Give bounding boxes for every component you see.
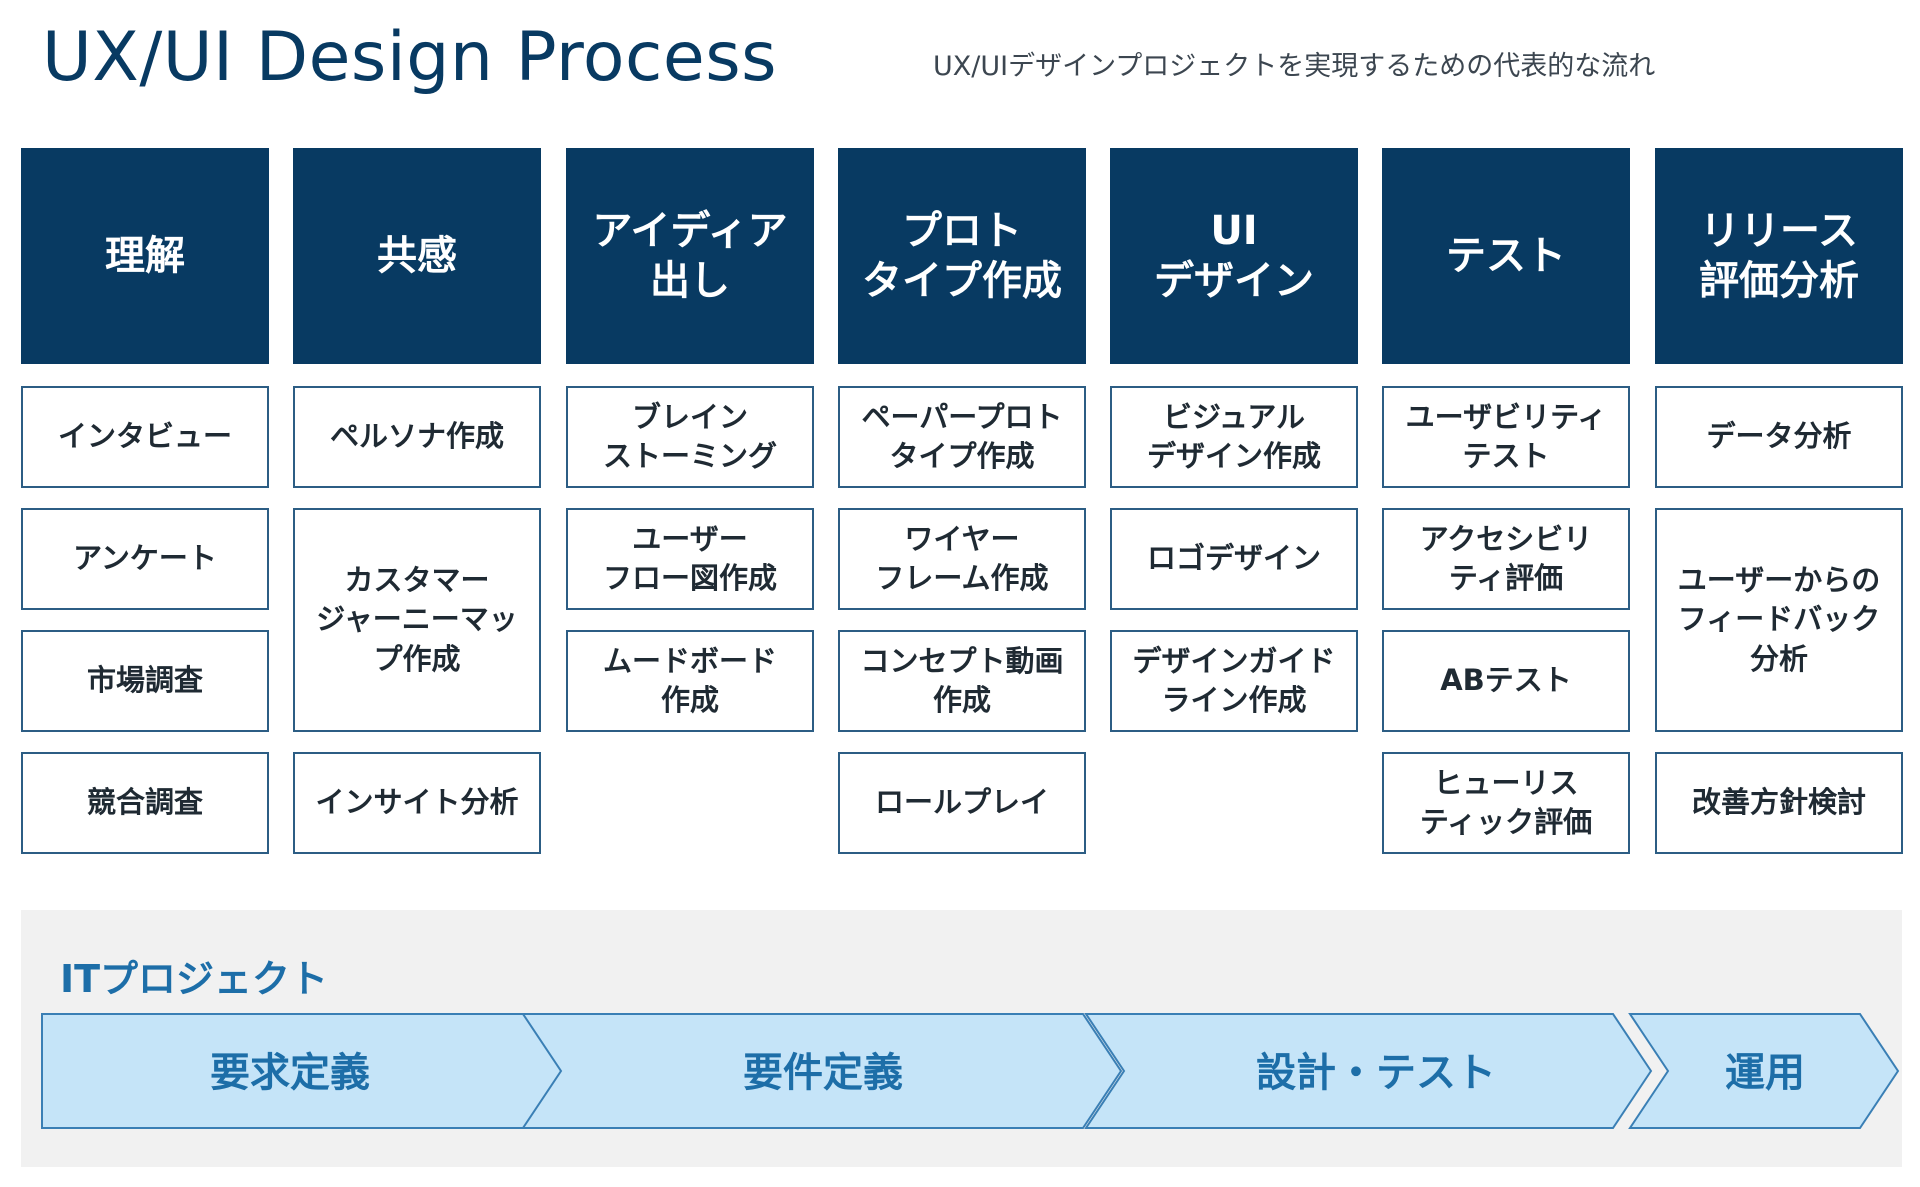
stage-requirements-definition: 要求定義 [210, 1050, 370, 1096]
it-project-flow: 要求定義 要件定義 設計・テスト 運用 [41, 1013, 1900, 1129]
stage-design-test: 設計・テスト [1256, 1050, 1496, 1096]
stage-operation: 運用 [1725, 1050, 1805, 1096]
stage-specification-definition: 要件定義 [743, 1050, 903, 1096]
